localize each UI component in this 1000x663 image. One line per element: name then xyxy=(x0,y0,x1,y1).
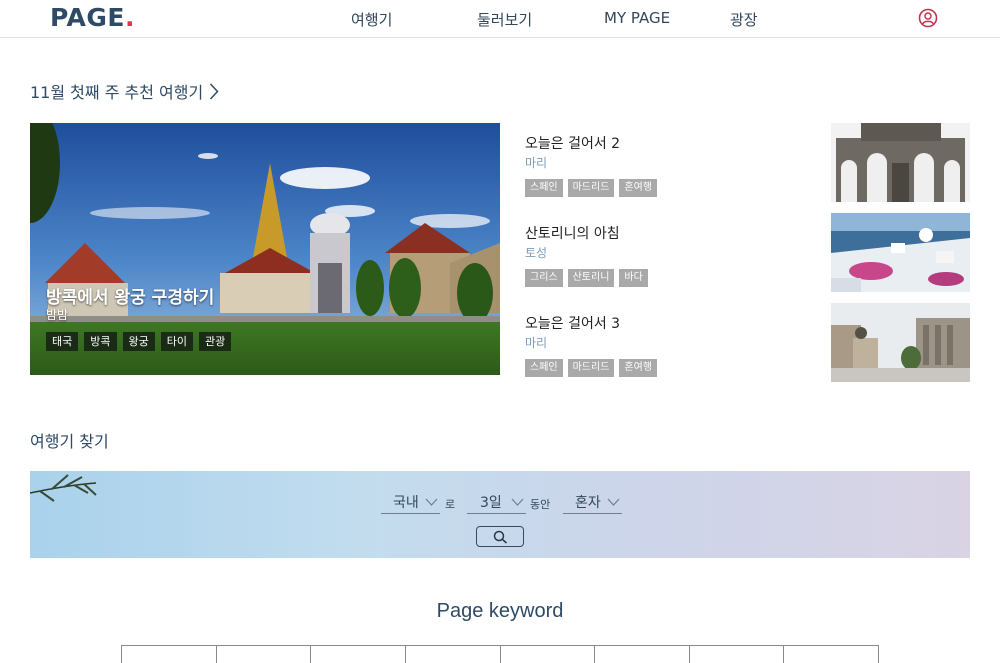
keyword-cell[interactable] xyxy=(784,646,879,663)
featured-tag[interactable]: 방콕 xyxy=(84,332,117,351)
keyword-grid xyxy=(121,645,879,663)
nav-item-plaza[interactable]: 광장 xyxy=(730,9,758,30)
joiner-text: 로 xyxy=(445,498,456,511)
tag[interactable]: 혼여행 xyxy=(619,179,658,197)
featured-author: 밤밤 xyxy=(46,308,69,322)
user-circle-icon[interactable] xyxy=(918,8,938,28)
search-banner: 국내 로 3일 동안 혼자 xyxy=(30,471,970,558)
nav-item-browse[interactable]: 둘러보기 xyxy=(477,9,532,30)
duration-select[interactable]: 3일 xyxy=(467,492,526,514)
tag[interactable]: 혼여행 xyxy=(619,359,658,377)
search-icon xyxy=(493,530,508,544)
travelogue-list-item[interactable]: 오늘은 걸어서 3 마리 스페인 마드리드 혼여행 xyxy=(525,303,970,383)
madrid-gate-thumbnail xyxy=(831,123,970,202)
chevron-down-icon xyxy=(511,498,524,506)
travelogue-title: 오늘은 걸어서 2 xyxy=(525,136,621,152)
tag[interactable]: 스페인 xyxy=(525,179,563,197)
featured-tag-list: 태국 방콕 왕궁 타이 관광 xyxy=(46,332,232,351)
tag-list: 그리스 산토리니 바다 xyxy=(525,269,648,287)
keyword-cell[interactable] xyxy=(690,646,785,663)
santorini-thumbnail xyxy=(831,213,970,292)
featured-travelogue-card[interactable]: 방콕에서 왕궁 구경하기 밤밤 태국 방콕 왕궁 타이 관광 xyxy=(30,123,500,375)
keyword-cell[interactable] xyxy=(122,646,217,663)
keyword-title: Page keyword xyxy=(436,600,564,622)
travelogue-author: 마리 xyxy=(525,336,548,350)
tag[interactable]: 산토리니 xyxy=(567,269,615,287)
travelogue-author: 마리 xyxy=(525,156,548,170)
tag[interactable]: 마드리드 xyxy=(567,359,615,377)
chevron-down-icon xyxy=(607,498,620,506)
joiner-text: 동안 xyxy=(530,498,551,511)
featured-tag[interactable]: 타이 xyxy=(160,332,193,351)
tag-list: 스페인 마드리드 혼여행 xyxy=(525,359,658,377)
keyword-cell[interactable] xyxy=(311,646,406,663)
tag-list: 스페인 마드리드 혼여행 xyxy=(525,179,658,197)
featured-title: 방콕에서 왕궁 구경하기 xyxy=(46,288,215,308)
chevron-down-icon xyxy=(425,498,438,506)
madrid-street-thumbnail xyxy=(831,303,970,382)
keyword-cell[interactable] xyxy=(217,646,312,663)
featured-tag[interactable]: 태국 xyxy=(46,332,79,351)
tag[interactable]: 바다 xyxy=(619,269,648,287)
logo[interactable]: PAGE. xyxy=(50,3,135,32)
travelogue-title: 산토리니의 아침 xyxy=(525,226,620,242)
featured-tag[interactable]: 왕궁 xyxy=(122,332,155,351)
travelogue-title: 오늘은 걸어서 3 xyxy=(525,316,621,332)
search-button[interactable] xyxy=(476,526,524,547)
keyword-cell[interactable] xyxy=(595,646,690,663)
featured-tag[interactable]: 관광 xyxy=(199,332,232,351)
tag[interactable]: 마드리드 xyxy=(567,179,615,197)
nav-item-my-page[interactable]: MY PAGE xyxy=(604,9,670,27)
companion-select[interactable]: 혼자 xyxy=(563,492,622,514)
keyword-cell[interactable] xyxy=(501,646,596,663)
keyword-cell[interactable] xyxy=(406,646,501,663)
tag[interactable]: 그리스 xyxy=(525,269,563,287)
nav-item-travelogue[interactable]: 여행기 xyxy=(351,9,392,30)
branch-decoration xyxy=(30,474,97,502)
region-select[interactable]: 국내 xyxy=(381,492,440,514)
find-title: 여행기 찾기 xyxy=(30,432,109,451)
travelogue-author: 토성 xyxy=(525,246,548,260)
tag[interactable]: 스페인 xyxy=(525,359,563,377)
travelogue-list-item[interactable]: 오늘은 걸어서 2 마리 스페인 마드리드 혼여행 xyxy=(525,123,970,203)
recommend-title[interactable]: 11월 첫째 주 추천 여행기 xyxy=(30,79,219,103)
chevron-right-icon xyxy=(210,83,219,100)
top-header: PAGE. 여행기 둘러보기 MY PAGE 광장 xyxy=(0,0,1000,38)
travelogue-list-item[interactable]: 산토리니의 아침 토성 그리스 산토리니 바다 xyxy=(525,213,970,293)
